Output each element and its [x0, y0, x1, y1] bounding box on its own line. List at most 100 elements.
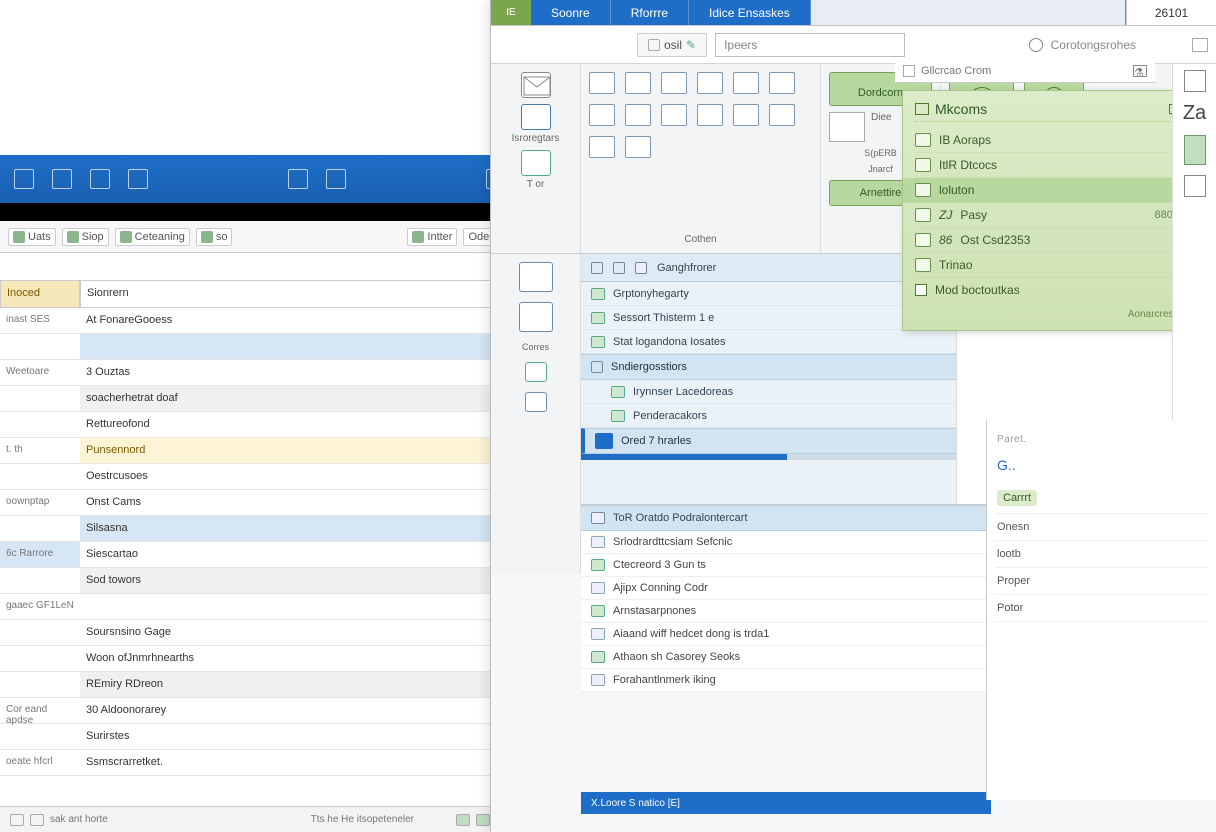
grid-header-c2[interactable]: Sionrern [80, 280, 520, 308]
back-tab[interactable]: Siop [62, 228, 109, 246]
table-row[interactable] [0, 334, 520, 360]
ribbon-btn[interactable]: Isroregtars [499, 104, 572, 144]
menu-item[interactable] [811, 0, 1126, 25]
table-row[interactable]: oeate hfcrlSsmscrarretket. [0, 750, 520, 776]
back-tab[interactable]: Intter [407, 228, 457, 246]
table-row[interactable]: Weetoare3 Ouztas [0, 360, 520, 386]
pencil-icon: ✎ [686, 38, 696, 52]
ribbon-btn[interactable] [499, 72, 572, 98]
table-row[interactable]: inast SESAt FonareGooess [0, 308, 520, 334]
grid-header-c1[interactable]: Inoced [0, 280, 80, 308]
ribbon-icon-2[interactable] [52, 169, 72, 189]
gallery-item[interactable] [589, 72, 615, 94]
nav-icon[interactable] [519, 302, 553, 332]
section-header[interactable]: Sndiergosstiors [581, 354, 956, 380]
gallery-item[interactable] [625, 136, 651, 158]
list-item[interactable]: Stat logandona Iosates [581, 330, 956, 354]
gallery-item[interactable] [733, 72, 759, 94]
table-row[interactable]: 6c RarroreSiescartao [0, 542, 520, 568]
ribbon-icon-1[interactable] [14, 169, 34, 189]
table-row[interactable]: t. thPunsennord [0, 438, 520, 464]
panel-row[interactable]: Mod boctoutkas [915, 278, 1179, 303]
section-header[interactable]: Ored 7 hrarles [581, 428, 956, 454]
table-row[interactable]: soacherhetrat doaf [0, 386, 520, 412]
gallery-item[interactable] [661, 104, 687, 126]
table-row[interactable]: oownptapOnst Cams [0, 490, 520, 516]
table-row[interactable]: Rettureofond [0, 412, 520, 438]
panel-row[interactable]: loluton [903, 178, 1191, 203]
strip-icon[interactable] [1184, 135, 1206, 165]
panel-row[interactable]: ZJPasy8808 [915, 203, 1179, 228]
table-row[interactable]: Cor eand apdse30 Aldoonorarey [0, 698, 520, 724]
nav-icon[interactable] [525, 362, 547, 382]
gallery-item[interactable] [589, 136, 615, 158]
mini-icon[interactable] [829, 112, 865, 142]
ribbon-btn[interactable]: T or [499, 150, 572, 190]
checkbox[interactable] [915, 284, 927, 296]
panel-row[interactable]: IB Aoraps [915, 128, 1179, 153]
gallery-item[interactable] [661, 72, 687, 94]
list-item[interactable]: Sessort Thisterm 1 e [581, 306, 956, 330]
gallery-item[interactable] [769, 72, 795, 94]
menu-item[interactable]: Idice Ensaskes [689, 0, 811, 25]
gallery-item[interactable] [769, 104, 795, 126]
list-item[interactable]: Arnstasarpnones [581, 600, 991, 623]
detail-row[interactable]: Potor [995, 595, 1208, 622]
tab-icon [13, 231, 25, 243]
gallery-item[interactable] [733, 104, 759, 126]
table-row[interactable]: Surirstes [0, 724, 520, 750]
menu-item[interactable]: Rforrre [611, 0, 689, 25]
table-row[interactable]: REmiry RDreon [0, 672, 520, 698]
panel-hdr-label: Gllcrcao Crom [921, 65, 991, 77]
list-item[interactable]: Irynnser Lacedoreas [581, 380, 956, 404]
back-tab[interactable]: Uats [8, 228, 56, 246]
search-input[interactable]: Ipeers [715, 33, 905, 57]
gallery-item[interactable] [625, 104, 651, 126]
list-item[interactable]: Athaon sh Casorey Seoks [581, 646, 991, 669]
gallery-item[interactable] [697, 104, 723, 126]
grid-icon[interactable] [1192, 38, 1208, 52]
strip-icon[interactable] [1184, 175, 1206, 197]
row-icon [915, 158, 931, 172]
table-row[interactable]: Sod towors [0, 568, 520, 594]
lower-head[interactable]: ToR Oratdo Podralontercart [581, 505, 991, 531]
table-row[interactable]: Woon ofJnmrhnearths [0, 646, 520, 672]
panel-row[interactable]: Trinao [915, 253, 1179, 278]
list-item[interactable]: Aiaand wiff hedcet dong is trda1 [581, 623, 991, 646]
flask-icon[interactable]: ⚗ [1133, 65, 1147, 77]
info-icon[interactable] [1029, 38, 1043, 52]
detail-row[interactable]: lootb [995, 541, 1208, 568]
gallery-item[interactable] [697, 72, 723, 94]
list-item[interactable]: Ctecreord 3 Gun ts [581, 554, 991, 577]
gallery-item[interactable] [589, 104, 615, 126]
table-row[interactable]: gaaec GF1LeN [0, 594, 520, 620]
nav-icon[interactable] [519, 262, 553, 292]
ribbon-icon-3[interactable] [90, 169, 110, 189]
ribbon-icon-4[interactable] [128, 169, 148, 189]
list-item[interactable]: Penderacakors [581, 404, 956, 428]
table-row[interactable]: Oestrcusoes [0, 464, 520, 490]
detail-row[interactable]: Proper [995, 568, 1208, 595]
progress-bar [581, 454, 956, 460]
list-item[interactable]: Srlodrardttcsiam Sefcnic [581, 531, 991, 554]
back-tab[interactable]: so [196, 228, 233, 246]
table-row[interactable]: Silsasna [0, 516, 520, 542]
ribbon-icon-6[interactable] [326, 169, 346, 189]
list-item[interactable]: Ajipx Conning Codr [581, 577, 991, 600]
gallery-item[interactable] [625, 72, 651, 94]
app-corner[interactable]: IE [491, 0, 531, 25]
nav-icon[interactable] [525, 392, 547, 412]
back-tab[interactable]: Ceteaning [115, 228, 190, 246]
ribbon-icon-5[interactable] [288, 169, 308, 189]
panel-icon [915, 103, 929, 115]
menu-item[interactable]: Soonre [531, 0, 611, 25]
panel-row[interactable]: ItlR Dtcocs [915, 153, 1179, 178]
float-panel: Gllcrcao Crom ⚗ Mkcoms IB AorapsItlR Dtc… [902, 90, 1192, 331]
list-item[interactable]: Grptonyhegarty [581, 282, 956, 306]
strip-icon[interactable] [1184, 70, 1206, 92]
detail-row[interactable]: Onesn [995, 514, 1208, 541]
toolbar-tab[interactable]: osil ✎ [637, 33, 707, 57]
table-row[interactable]: Soursnsino Gage [0, 620, 520, 646]
panel-row[interactable]: 86Ost Csd2353 [915, 228, 1179, 253]
list-item[interactable]: Forahantlnmerk iking [581, 669, 991, 692]
